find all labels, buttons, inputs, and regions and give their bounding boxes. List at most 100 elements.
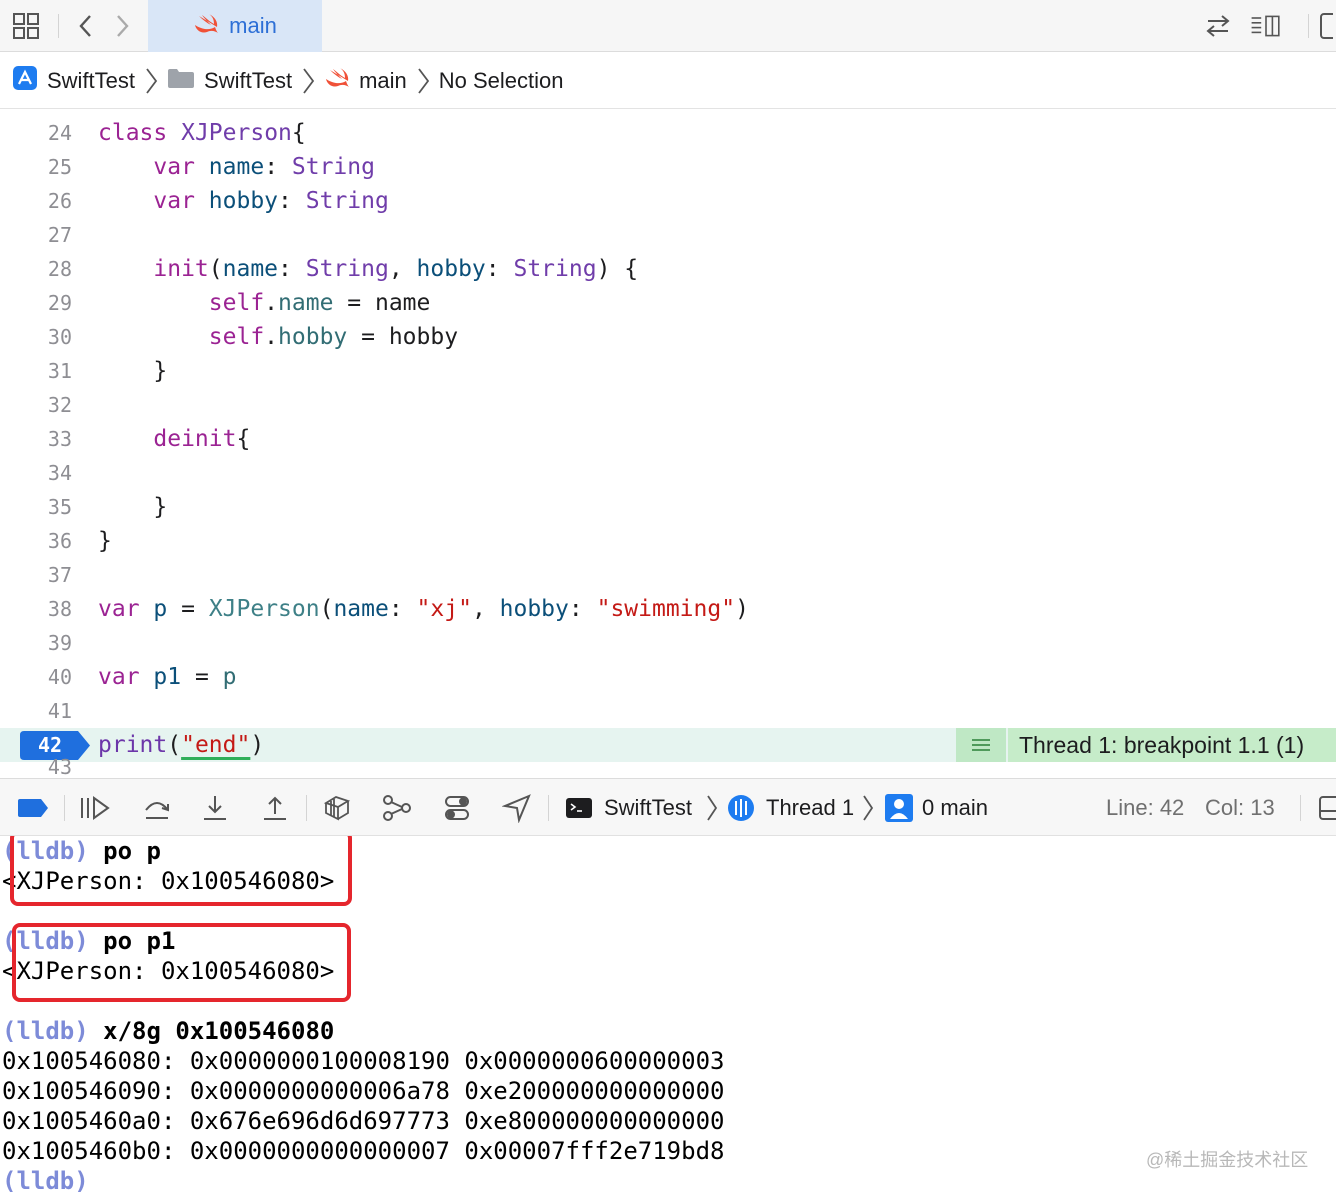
code-line: 40 var p1 = p [0,660,1336,694]
breakpoints-toggle-icon[interactable] [16,791,50,825]
code-line: 30 self.hobby = hobby [0,320,1336,354]
breadcrumb-label: main [359,67,407,93]
toolbar-divider [1300,795,1301,821]
lldb-console[interactable]: (lldb) po p <XJPerson: 0x100546080> (lld… [0,836,1336,1200]
console-prompt-line[interactable]: (lldb) [2,1166,89,1196]
breadcrumb-chevron-icon [146,67,158,94]
breadcrumb-file[interactable]: main [324,67,407,95]
line-number: 25 [47,155,72,179]
breakpoint-annotation[interactable]: Thread 1: breakpoint 1.1 (1) [1008,728,1336,762]
environment-overrides-icon[interactable] [440,791,474,825]
cursor-col-label: Col: 13 [1205,795,1275,820]
console-layout-icon[interactable] [1314,791,1336,825]
jump-bar: SwiftTest SwiftTest main No Selection [0,53,1336,109]
breakpoint-badge-icon[interactable] [956,728,1006,762]
code-line: 41 [0,694,1336,728]
line-number: 31 [47,359,72,383]
toolbar-divider [58,14,59,38]
line-number: 33 [47,427,72,451]
line-number: 41 [47,699,72,723]
breadcrumb-group[interactable]: SwiftTest [167,67,292,95]
breadcrumb-label: No Selection [438,67,564,93]
line-number: 24 [47,121,72,145]
highlight-box [12,923,351,1002]
line-number: 35 [47,495,72,519]
code-line: 36 } [0,524,1336,558]
line-number: 32 [47,393,72,417]
breadcrumb-project[interactable]: SwiftTest [12,65,135,97]
breadcrumb-chevron-icon [863,795,874,821]
code-line: 43 [0,755,1336,776]
thread-icon [724,791,758,825]
code-line: 34 [0,456,1336,490]
memory-dump-line: 0x1005460a0: 0x676e696d6d697773 0xe80000… [2,1107,725,1135]
swift-file-icon [193,13,219,40]
code-line: 29 self.name = name [0,286,1336,320]
folder-icon [167,67,195,95]
grid-layout-icon[interactable] [10,10,42,42]
console-command-line: (lldb) x/8g 0x100546080 [2,1017,335,1045]
tab-label: main [229,13,277,38]
line-number: 36 [47,529,72,553]
toolbar-divider [548,795,549,821]
debug-target-label[interactable]: SwiftTest [604,779,692,837]
breadcrumb-chevron-icon [418,67,429,94]
source-editor[interactable]: 24 class XJPerson{ 25 var name: String 2… [0,116,1336,776]
code-line: 31 } [0,354,1336,388]
toolbar-divider [306,795,307,821]
breadcrumb-chevron-icon [707,795,718,821]
code-line: 39 [0,626,1336,660]
code-line: 24 class XJPerson{ [0,116,1336,150]
memory-dump-line: 0x100546090: 0x0000000000006a78 0xe20000… [2,1077,725,1105]
breadcrumb-label: SwiftTest [47,67,136,93]
line-number: 28 [47,257,72,281]
step-into-icon[interactable] [198,791,232,825]
line-number: 30 [47,325,72,349]
inspector-toggle-icon[interactable] [1250,10,1282,42]
debug-frame-label[interactable]: 0 main [922,779,988,837]
app-project-icon [12,65,38,97]
breadcrumb-symbol[interactable]: No Selection [439,68,564,94]
code-line: 28 init(name: String, hobby: String) { [0,252,1336,286]
code-line: 35 } [0,490,1336,524]
step-over-icon[interactable] [140,791,174,825]
memory-dump-line: 0x100546080: 0x0000000100008190 0x000000… [2,1047,725,1075]
debug-bar: SwiftTest Thread 1 0 main Line: 42 Col: … [0,778,1336,836]
forward-chevron-icon[interactable] [106,10,138,42]
code-line: 27 [0,218,1336,252]
memory-graph-icon[interactable] [380,791,414,825]
cursor-line-label: Line: 42 [1106,795,1185,820]
current-execution-line: 42 print("end") Thread 1: breakpoint 1.1… [0,728,1336,762]
view-hierarchy-icon[interactable] [320,791,354,825]
watermark: @稀土掘金技术社区 [1146,1150,1309,1170]
simulate-location-icon[interactable] [500,791,534,825]
tab-main[interactable]: main [148,0,322,52]
highlight-box [10,836,352,906]
code-line: 37 [0,558,1336,592]
back-chevron-icon[interactable] [70,10,102,42]
debug-thread-label[interactable]: Thread 1 [766,779,854,837]
continue-icon[interactable] [78,791,112,825]
stack-frame-user-icon [882,791,916,825]
terminal-icon [562,791,596,825]
step-out-icon[interactable] [258,791,292,825]
line-number: 43 [47,755,72,776]
swift-file-icon [324,67,350,95]
code-line: 32 [0,388,1336,422]
line-number: 29 [47,291,72,315]
swap-arrows-icon[interactable] [1202,10,1234,42]
breadcrumb-label: SwiftTest [204,67,293,93]
line-number: 40 [47,665,72,689]
panel-edge-icon[interactable] [1316,10,1336,42]
line-number: 39 [47,631,72,655]
memory-dump-line: 0x1005460b0: 0x0000000000000007 0x00007f… [2,1137,725,1165]
code-line: 38 var p = XJPerson(name: "xj", hobby: "… [0,592,1336,626]
breadcrumb-chevron-icon [303,67,315,94]
line-number: 27 [47,223,72,247]
code-line: 26 var hobby: String [0,184,1336,218]
toolbar-divider [1308,14,1309,38]
line-number: 34 [47,461,72,485]
code-line: 25 var name: String [0,150,1336,184]
code-line: 33 deinit{ [0,422,1336,456]
editor-tab-bar: main [0,0,1336,52]
